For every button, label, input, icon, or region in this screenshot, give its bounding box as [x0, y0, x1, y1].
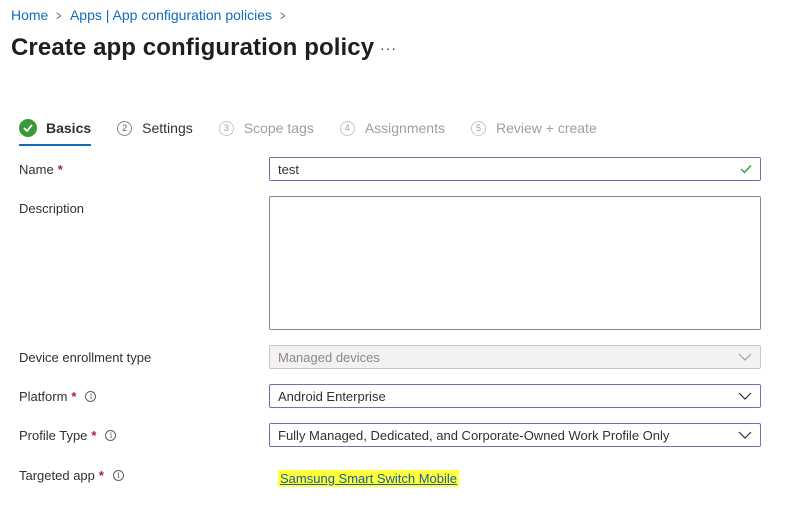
enrollment-type-label: Device enrollment type — [19, 350, 151, 365]
step-label: Settings — [142, 120, 193, 136]
platform-label: Platform * i — [19, 389, 97, 404]
step-label: Basics — [46, 120, 92, 136]
required-marker: * — [91, 428, 97, 443]
profile-type-select[interactable]: Fully Managed, Dedicated, and Corporate-… — [269, 423, 761, 447]
step-number: 5 — [470, 120, 486, 136]
profile-type-value: Fully Managed, Dedicated, and Corporate-… — [278, 427, 670, 443]
step-number: 4 — [339, 120, 355, 136]
enrollment-type-label-text: Device enrollment type — [19, 350, 152, 365]
breadcrumb-home-link[interactable]: Home — [11, 7, 48, 23]
chevron-down-icon — [738, 431, 752, 439]
required-marker: * — [57, 162, 63, 177]
info-icon[interactable]: i — [112, 470, 124, 481]
chevron-right-icon: > — [56, 7, 62, 23]
enrollment-type-value: Managed devices — [278, 349, 380, 365]
description-textarea[interactable] — [269, 196, 761, 330]
name-input[interactable]: test — [269, 157, 761, 181]
step-number: 2 — [117, 120, 133, 136]
wizard-stepper: Basics 2 Settings 3 Scope tags 4 Assignm… — [19, 116, 623, 146]
more-options-icon[interactable]: ··· — [380, 40, 397, 56]
required-marker: * — [98, 468, 104, 483]
page-title: Create app configuration policy — [11, 34, 375, 61]
targeted-app-link[interactable]: Samsung Smart Switch Mobile — [278, 470, 460, 487]
chevron-right-icon: > — [280, 7, 286, 23]
platform-select[interactable]: Android Enterprise — [269, 384, 761, 408]
step-label: Assignments — [364, 120, 445, 136]
step-settings[interactable]: 2 Settings — [117, 116, 193, 140]
required-marker: * — [71, 389, 77, 404]
step-label: Review + create — [495, 120, 597, 136]
step-review-create[interactable]: 5 Review + create — [470, 116, 597, 140]
enrollment-type-select: Managed devices — [269, 345, 761, 369]
breadcrumb: Home > Apps | App configuration policies… — [11, 7, 294, 23]
name-label-text: Name — [19, 162, 54, 177]
chevron-down-icon — [738, 353, 752, 361]
profile-type-label: Profile Type * i — [19, 428, 117, 443]
profile-type-label-text: Profile Type — [19, 428, 88, 443]
description-label-text: Description — [19, 201, 85, 216]
targeted-app-label-text: Targeted app — [19, 468, 95, 483]
chevron-down-icon — [738, 392, 752, 400]
platform-value: Android Enterprise — [278, 388, 386, 404]
checkmark-icon — [740, 162, 752, 177]
info-icon[interactable]: i — [105, 430, 117, 441]
targeted-app-label: Targeted app * i — [19, 468, 124, 483]
breadcrumb-app-config-link[interactable]: Apps | App configuration policies — [70, 7, 272, 23]
name-label: Name * — [19, 162, 63, 177]
step-basics[interactable]: Basics — [19, 116, 92, 146]
checkmark-circle-icon — [19, 119, 37, 137]
description-label: Description — [19, 201, 84, 216]
step-number: 3 — [218, 120, 234, 136]
step-scope-tags[interactable]: 3 Scope tags — [218, 116, 314, 140]
info-icon[interactable]: i — [85, 391, 97, 402]
name-input-value: test — [278, 161, 299, 177]
platform-label-text: Platform — [19, 389, 68, 404]
step-label: Scope tags — [243, 120, 314, 136]
step-assignments[interactable]: 4 Assignments — [339, 116, 445, 140]
